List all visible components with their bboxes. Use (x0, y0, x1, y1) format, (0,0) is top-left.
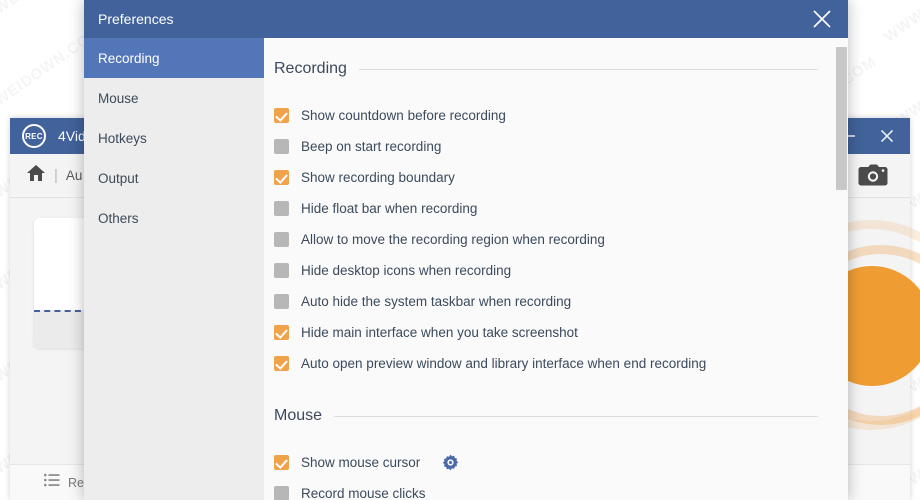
watermark-text: WWW.WEIDOWN.COM (881, 0, 920, 46)
option-label: Allow to move the recording region when … (301, 232, 605, 247)
sidebar-item-output[interactable]: Output (84, 158, 264, 198)
option-label: Show countdown before recording (301, 108, 506, 123)
option-row[interactable]: Show recording boundary (274, 162, 818, 193)
checkbox-checked-icon[interactable] (274, 356, 289, 371)
checkbox-unchecked-icon[interactable] (274, 263, 289, 278)
sidebar-item-hotkeys[interactable]: Hotkeys (84, 118, 264, 158)
checkbox-checked-icon[interactable] (274, 170, 289, 185)
option-label: Show mouse cursor (301, 455, 421, 470)
dialog-sidebar: Recording Mouse Hotkeys Output Others (84, 38, 264, 500)
option-label: Auto open preview window and library int… (301, 356, 707, 371)
scrollbar-thumb[interactable] (836, 47, 847, 190)
option-row[interactable]: Show mouse cursor (274, 447, 818, 478)
vertical-scrollbar[interactable] (835, 38, 848, 500)
option-label: Record mouse clicks (301, 486, 426, 500)
checkbox-checked-icon[interactable] (274, 108, 289, 123)
option-label: Show recording boundary (301, 170, 455, 185)
section-title: Mouse (274, 407, 323, 424)
checkbox-unchecked-icon[interactable] (274, 486, 289, 500)
option-row[interactable]: Show countdown before recording (274, 100, 818, 131)
checkbox-unchecked-icon[interactable] (274, 201, 289, 216)
background-app-title: 4Vid (58, 128, 86, 144)
section-header-recording: Recording (274, 60, 818, 78)
settings-panel: Recording Show countdown before recording… (264, 38, 848, 500)
sidebar-item-mouse[interactable]: Mouse (84, 78, 264, 118)
dialog-title: Preferences (98, 11, 174, 27)
list-icon[interactable] (44, 473, 60, 492)
option-row[interactable]: Record mouse clicks (274, 478, 818, 500)
option-label: Beep on start recording (301, 139, 442, 154)
dialog-body: Recording Mouse Hotkeys Output Others Record… (84, 38, 848, 500)
close-icon[interactable] (868, 118, 906, 154)
option-row[interactable]: Hide desktop icons when recording (274, 255, 818, 286)
rec-logo-icon: REC (22, 124, 46, 148)
sidebar-item-label: Recording (98, 50, 160, 66)
option-label: Hide float bar when recording (301, 201, 478, 216)
sidebar-item-label: Others (98, 210, 139, 226)
section-header-mouse: Mouse (274, 407, 818, 425)
preferences-dialog: Preferences Recording Mouse Hotkeys Output O… (84, 0, 848, 500)
option-row[interactable]: Allow to move the recording region when … (274, 224, 818, 255)
sidebar-item-label: Mouse (98, 90, 139, 106)
close-icon[interactable] (796, 0, 848, 38)
option-row[interactable]: Hide float bar when recording (274, 193, 818, 224)
section-rule (358, 68, 818, 70)
checkbox-checked-icon[interactable] (274, 325, 289, 340)
sidebar-item-recording[interactable]: Recording (84, 38, 264, 78)
option-row[interactable]: Hide main interface when you take screen… (274, 317, 818, 348)
sidebar-item-label: Output (98, 170, 139, 186)
sidebar-item-others[interactable]: Others (84, 198, 264, 238)
home-icon[interactable] (26, 163, 46, 188)
option-row[interactable]: Auto hide the system taskbar when record… (274, 286, 818, 317)
option-label: Hide desktop icons when recording (301, 263, 512, 278)
dialog-content: Recording Show countdown before recording… (264, 38, 848, 500)
toolbar-mode-label[interactable]: Au (66, 168, 83, 183)
section-title: Recording (274, 60, 347, 77)
checkbox-unchecked-icon[interactable] (274, 139, 289, 154)
sidebar-item-label: Hotkeys (98, 130, 147, 146)
checkbox-unchecked-icon[interactable] (274, 232, 289, 247)
checkbox-unchecked-icon[interactable] (274, 294, 289, 309)
option-label: Hide main interface when you take screen… (301, 325, 578, 340)
option-row[interactable]: Auto open preview window and library int… (274, 348, 818, 379)
section-rule (334, 415, 818, 417)
gear-icon[interactable] (442, 454, 459, 471)
option-label: Auto hide the system taskbar when record… (301, 294, 572, 309)
toolbar-separator: | (54, 167, 58, 184)
option-row[interactable]: Beep on start recording (274, 131, 818, 162)
camera-icon[interactable] (858, 154, 888, 198)
checkbox-checked-icon[interactable] (274, 455, 289, 470)
dialog-titlebar: Preferences (84, 0, 848, 38)
